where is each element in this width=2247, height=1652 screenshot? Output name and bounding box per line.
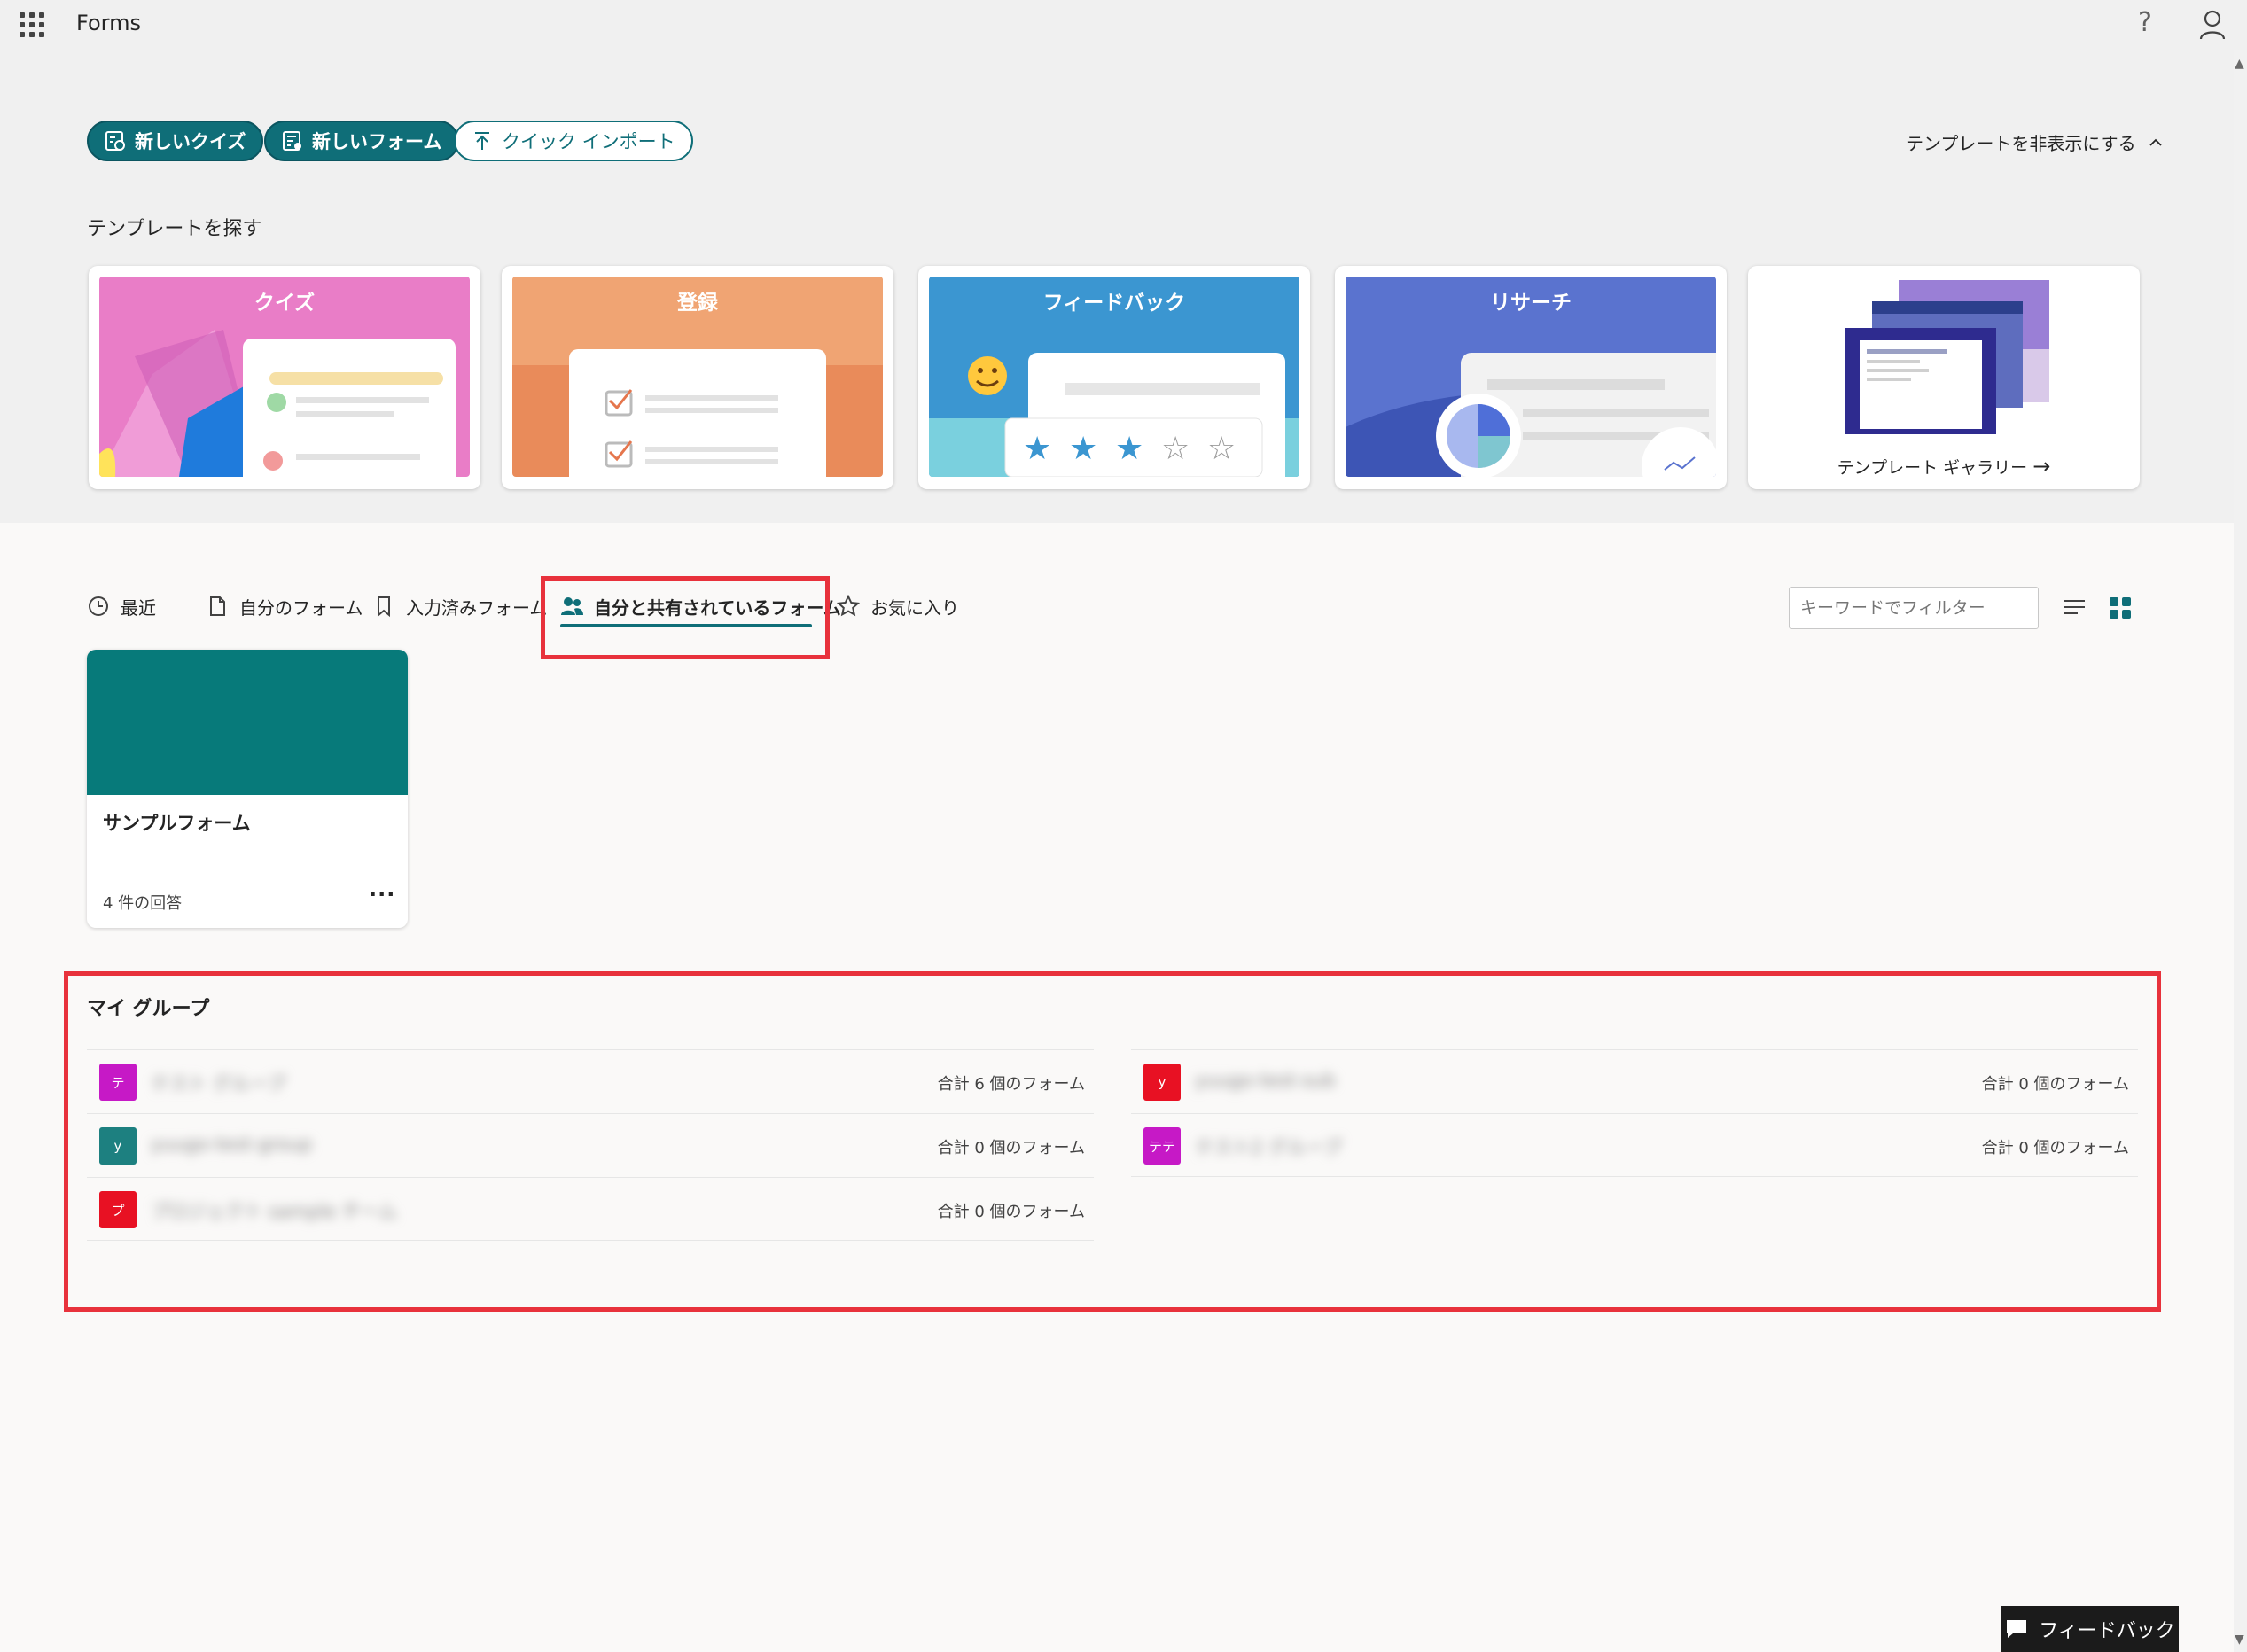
group-avatar: プ bbox=[99, 1191, 137, 1228]
template-label-feedback: フィードバック bbox=[1042, 292, 1186, 315]
grid-view-icon[interactable] bbox=[2110, 597, 2131, 619]
template-card-research[interactable]: リサーチ bbox=[1335, 266, 1727, 489]
tab-recent-label: 最近 bbox=[121, 596, 156, 619]
form-card-banner bbox=[87, 650, 408, 795]
highlight-box-tab bbox=[541, 576, 830, 659]
bookmark-icon bbox=[378, 596, 390, 618]
quick-import-label: クイック インポート bbox=[502, 131, 675, 152]
clock-icon bbox=[89, 596, 108, 616]
group-name: テスト2 グループ bbox=[1195, 1137, 1342, 1158]
account-icon[interactable] bbox=[2198, 9, 2227, 41]
group-row[interactable]: y yuugo-test-sub 合計 0 個のフォーム bbox=[1131, 1049, 2138, 1113]
quiz-icon bbox=[105, 131, 125, 151]
quick-import-button[interactable]: クイック インポート bbox=[454, 121, 693, 161]
template-card-registration[interactable]: 登録 bbox=[502, 266, 893, 489]
tab-recent[interactable]: 最近 bbox=[87, 590, 156, 622]
tab-favorites[interactable]: お気に入り bbox=[837, 590, 959, 622]
chevron-up-icon bbox=[2149, 138, 2162, 146]
group-name: テスト グループ bbox=[151, 1073, 286, 1095]
template-card-feedback[interactable]: ★ ★ ★ ☆ ☆ フィードバック bbox=[918, 266, 1310, 489]
top-bar: Forms ? bbox=[0, 0, 2247, 50]
svg-text:★: ★ bbox=[1023, 431, 1051, 467]
template-gallery-link[interactable]: テンプレート ギャラリー → bbox=[1748, 454, 2140, 479]
svg-text:☆: ☆ bbox=[1207, 431, 1236, 467]
help-icon[interactable]: ? bbox=[2138, 7, 2152, 38]
filter-input[interactable] bbox=[1789, 587, 2039, 629]
star-icon bbox=[837, 595, 860, 617]
form-response-count: 4 件の回答 bbox=[103, 894, 183, 913]
tab-favorites-label: お気に入り bbox=[870, 596, 959, 619]
group-form-count: 合計 6 個のフォーム bbox=[937, 1075, 1085, 1094]
app-title[interactable]: Forms bbox=[76, 11, 141, 35]
form-card[interactable]: サンプルフォーム 4 件の回答 ··· bbox=[87, 650, 408, 928]
group-row[interactable]: y yuugo-test-group 合計 0 個のフォーム bbox=[87, 1113, 1094, 1177]
svg-text:★: ★ bbox=[1115, 431, 1143, 467]
hide-templates-button[interactable]: テンプレートを非表示にする bbox=[1906, 129, 2163, 155]
group-name: プロジェクト sample チーム bbox=[151, 1201, 398, 1222]
template-gallery-label: テンプレート ギャラリー bbox=[1837, 458, 2028, 478]
template-card-quiz[interactable]: クイズ bbox=[89, 266, 480, 489]
group-form-count: 合計 0 個のフォーム bbox=[937, 1139, 1085, 1157]
group-form-count: 合計 0 個のフォーム bbox=[937, 1203, 1085, 1221]
list-view-icon[interactable] bbox=[2062, 596, 2087, 620]
group-avatar: y bbox=[1143, 1064, 1181, 1101]
feedback-button-label: フィードバック bbox=[2039, 1620, 2175, 1642]
group-row[interactable]: テ テスト グループ 合計 6 個のフォーム bbox=[87, 1049, 1094, 1113]
form-icon bbox=[283, 131, 301, 151]
template-gallery-card[interactable]: テンプレート ギャラリー → bbox=[1748, 266, 2140, 489]
tab-filled-forms[interactable]: 入力済みフォーム bbox=[372, 590, 547, 622]
svg-text:★: ★ bbox=[1069, 431, 1097, 467]
scroll-up-arrow-icon[interactable]: ▲ bbox=[2235, 57, 2244, 71]
tab-my-forms[interactable]: 自分のフォーム bbox=[206, 590, 363, 622]
upload-icon bbox=[475, 132, 489, 150]
group-avatar: y bbox=[99, 1127, 137, 1165]
app-launcher-icon[interactable] bbox=[20, 12, 44, 37]
hide-templates-label: テンプレートを非表示にする bbox=[1906, 133, 2136, 154]
group-form-count: 合計 0 個のフォーム bbox=[1981, 1075, 2129, 1094]
groups-heading: マイ グループ bbox=[87, 998, 210, 1020]
gallery-preview-image bbox=[1845, 280, 2049, 434]
group-name: yuugo-test-group bbox=[151, 1134, 313, 1155]
group-form-count: 合計 0 個のフォーム bbox=[1981, 1139, 2129, 1157]
new-quiz-button[interactable]: 新しいクイズ bbox=[87, 121, 264, 161]
template-label-research: リサーチ bbox=[1490, 292, 1572, 315]
feedback-button[interactable]: フィードバック bbox=[2001, 1606, 2179, 1652]
new-form-label: 新しいフォーム bbox=[312, 131, 442, 152]
more-options-icon[interactable]: ··· bbox=[369, 882, 395, 907]
new-form-button[interactable]: 新しいフォーム bbox=[264, 121, 460, 161]
group-row[interactable]: プ プロジェクト sample チーム 合計 0 個のフォーム bbox=[87, 1177, 1094, 1241]
document-icon bbox=[210, 596, 225, 616]
template-label-quiz: クイズ bbox=[254, 292, 316, 315]
form-name: サンプルフォーム bbox=[103, 813, 251, 834]
explore-templates-heading: テンプレートを探す bbox=[87, 218, 262, 240]
template-label-registration: 登録 bbox=[677, 292, 718, 315]
new-quiz-label: 新しいクイズ bbox=[135, 131, 246, 152]
vertical-scrollbar[interactable] bbox=[2234, 50, 2247, 1652]
scroll-down-arrow-icon[interactable]: ▼ bbox=[2235, 1633, 2244, 1647]
group-avatar: テテ bbox=[1143, 1127, 1181, 1165]
tab-my-forms-label: 自分のフォーム bbox=[239, 596, 363, 619]
group-avatar: テ bbox=[99, 1064, 137, 1101]
group-name: yuugo-test-sub bbox=[1195, 1070, 1336, 1091]
arrow-right-icon: → bbox=[2032, 454, 2051, 479]
chat-icon bbox=[2007, 1620, 2027, 1638]
group-row[interactable]: テテ テスト2 グループ 合計 0 個のフォーム bbox=[1131, 1113, 2138, 1177]
svg-text:☆: ☆ bbox=[1161, 431, 1190, 467]
tab-filled-forms-label: 入力済みフォーム bbox=[406, 596, 548, 619]
